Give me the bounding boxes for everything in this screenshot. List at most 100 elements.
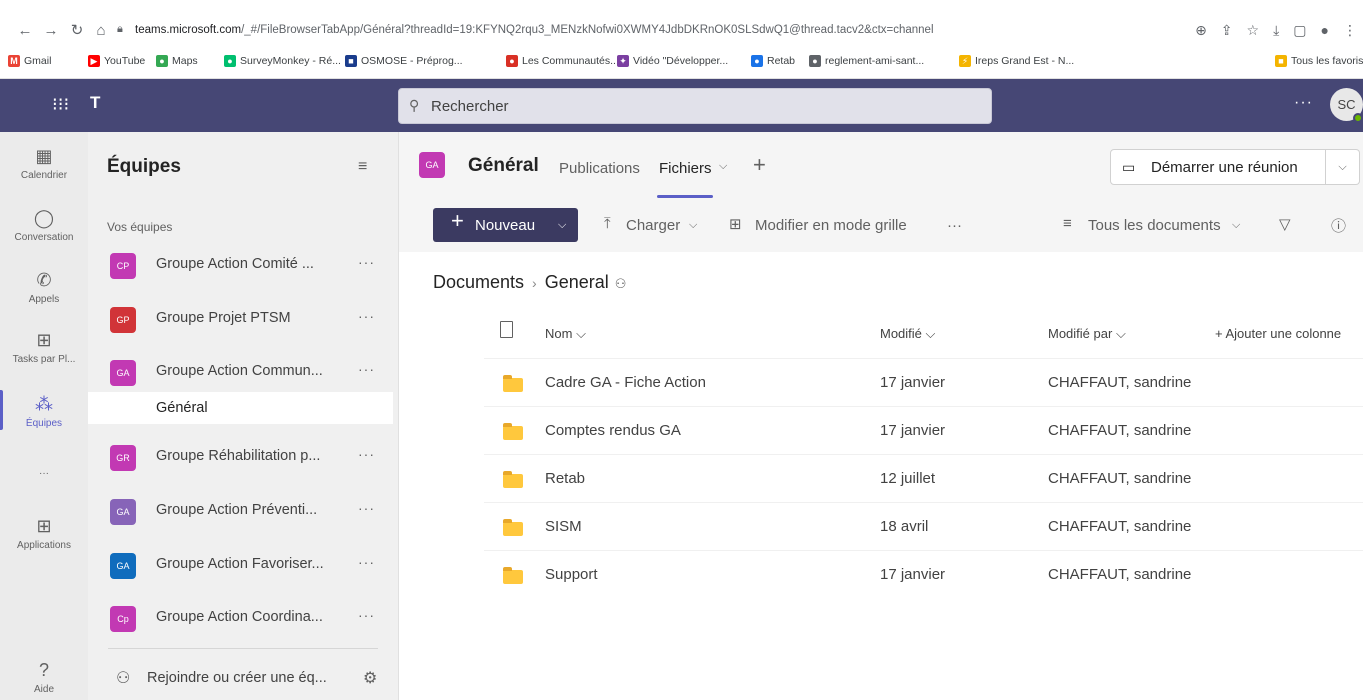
file-type-icon[interactable] xyxy=(500,321,513,338)
bookmark-label: Vidéo "Développer... xyxy=(633,55,729,67)
team-item[interactable]: GA Groupe Action Commun... ··· xyxy=(88,349,399,395)
team-item[interactable]: GA Groupe Action Préventi... ··· xyxy=(88,488,399,534)
channel-item-general[interactable]: Général xyxy=(88,392,393,424)
bookmark-item[interactable]: ● SurveyMonkey - Ré... xyxy=(224,55,341,67)
table-row[interactable]: SISM 18 avril CHAFFAUT, sandrine xyxy=(484,502,1363,550)
column-header-name[interactable]: Nom ⌵ xyxy=(545,326,586,342)
team-more-icon[interactable]: ··· xyxy=(358,308,375,324)
chevron-down-icon[interactable]: ⌵ xyxy=(719,160,727,173)
phone-icon: ✆ xyxy=(36,270,52,290)
settings-icon[interactable]: ⚙ xyxy=(363,668,377,688)
rail-item-phone[interactable]: ✆ Appels xyxy=(0,270,88,305)
bookmark-item[interactable]: ■ Tous les favoris xyxy=(1275,55,1363,67)
app-launcher-icon[interactable]: ⁝⁝⁝ xyxy=(52,94,69,115)
team-more-icon[interactable]: ··· xyxy=(358,554,375,570)
team-name: Groupe Action Commun... xyxy=(156,363,323,379)
team-more-icon[interactable]: ··· xyxy=(358,500,375,516)
file-name[interactable]: SISM xyxy=(545,518,582,535)
bookmark-item[interactable]: ● Retab xyxy=(751,55,795,67)
filter-icon[interactable]: ≡ xyxy=(358,158,367,176)
team-more-icon[interactable]: ··· xyxy=(358,254,375,270)
team-item[interactable]: GA Groupe Action Favoriser... ··· xyxy=(88,542,399,588)
lock-icon[interactable]: 🔒︎ xyxy=(117,23,123,36)
bookmark-item[interactable]: ● reglement-ami-sant... xyxy=(809,55,924,67)
bookmark-item[interactable]: ✦ Vidéo "Développer... xyxy=(617,55,728,67)
bookmark-label: OSMOSE - Préprog... xyxy=(361,55,463,67)
view-options-icon: ≡ xyxy=(1063,215,1072,232)
meeting-options-chevron-icon[interactable]: ⌵ xyxy=(1326,149,1360,185)
address-row: ← → ↻ ⌂ 🔒︎ teams.microsoft.com/_#/FileBr… xyxy=(0,14,1363,50)
column-header-modified[interactable]: Modifié ⌵ xyxy=(880,326,935,342)
folder-icon xyxy=(503,375,523,392)
team-item[interactable]: CP Groupe Action Comité ... ··· xyxy=(88,242,399,288)
rail-item-calendar[interactable]: ▦ Calendrier xyxy=(0,146,88,181)
file-name[interactable]: Retab xyxy=(545,470,585,487)
rail-item-teams[interactable]: ⁂ Équipes xyxy=(0,394,88,429)
profile-icon[interactable]: ● xyxy=(1321,22,1329,39)
search-box[interactable]: ⚲ xyxy=(398,88,992,124)
bookmark-item[interactable]: ● Les Communautés... xyxy=(506,55,619,67)
url-bar[interactable]: teams.microsoft.com/_#/FileBrowserTabApp… xyxy=(135,24,1015,36)
table-row[interactable]: Comptes rendus GA 17 janvier CHAFFAUT, san… xyxy=(484,406,1363,454)
bookmarks-bar: M Gmail ▶ YouTube ● Maps ● SurveyMonkey - Ré...… xyxy=(0,52,1363,74)
teams-pane: Équipes ≡ Vos équipes CP Groupe Action Co… xyxy=(88,132,399,700)
info-icon[interactable]: ⓘ xyxy=(1331,215,1346,236)
menu-icon[interactable]: ⋮ xyxy=(1343,22,1357,39)
rail-item-more[interactable]: ··· xyxy=(0,468,88,479)
home-icon[interactable]: ⌂ xyxy=(90,20,112,42)
breadcrumb: Documents › General ⚇ xyxy=(433,272,626,293)
tasks-icon: ⊞ xyxy=(36,330,52,350)
file-name[interactable]: Comptes rendus GA xyxy=(545,422,681,439)
zoom-icon[interactable]: ⊕ xyxy=(1195,22,1207,39)
breadcrumb-root[interactable]: Documents xyxy=(433,272,524,292)
file-name[interactable]: Support xyxy=(545,566,598,583)
add-tab-icon[interactable]: + xyxy=(753,152,766,178)
file-name[interactable]: Cadre GA - Fiche Action xyxy=(545,374,706,391)
rail-item-apps[interactable]: ⊞ Applications xyxy=(0,516,88,551)
download-icon[interactable]: ⤓ xyxy=(1273,22,1279,39)
rail-item-help[interactable]: ? Aide xyxy=(0,660,88,695)
add-column-button[interactable]: + Ajouter une colonne xyxy=(1215,326,1341,341)
grid-view-button[interactable]: Modifier en mode grille xyxy=(755,217,907,234)
more-options-icon[interactable]: ··· xyxy=(1294,94,1313,112)
column-header-modified-by[interactable]: Modifié par ⌵ xyxy=(1048,326,1126,342)
shared-people-icon[interactable]: ⚇ xyxy=(615,276,627,291)
table-row[interactable]: Retab 12 juillet CHAFFAUT, sandrine xyxy=(484,454,1363,502)
bookmark-item[interactable]: ▶ YouTube xyxy=(88,55,145,67)
reload-icon[interactable]: ↻ xyxy=(66,20,88,42)
bookmark-icon: ✦ xyxy=(617,55,629,67)
upload-button[interactable]: Charger xyxy=(626,217,680,234)
chevron-down-icon[interactable]: ⌵ xyxy=(1232,219,1240,232)
search-input[interactable] xyxy=(431,89,981,123)
rail-item-tasks[interactable]: ⊞ Tasks par Pl... xyxy=(0,330,88,365)
forward-icon[interactable]: → xyxy=(40,20,62,42)
filter-icon[interactable]: ▽ xyxy=(1279,215,1291,233)
back-icon[interactable]: ← xyxy=(14,20,36,42)
table-row[interactable]: Cadre GA - Fiche Action 17 janvier CHAFFAU… xyxy=(484,358,1363,406)
more-actions-icon[interactable]: ··· xyxy=(947,217,962,234)
team-more-icon[interactable]: ··· xyxy=(358,446,375,462)
team-item[interactable]: GP Groupe Projet PTSM ··· xyxy=(88,296,399,342)
team-more-icon[interactable]: ··· xyxy=(358,361,375,377)
table-row[interactable]: Support 17 janvier CHAFFAUT, sandrine xyxy=(484,550,1363,598)
team-item[interactable]: Cp Groupe Action Coordina... ··· xyxy=(88,595,399,641)
bookmark-item[interactable]: ● Maps xyxy=(156,55,198,67)
share-icon[interactable]: ⇪ xyxy=(1221,22,1233,39)
rail-item-chat[interactable]: ◯ Conversation xyxy=(0,208,88,243)
window-icon[interactable]: ▢ xyxy=(1293,22,1306,39)
join-team-link[interactable]: Rejoindre ou créer une éq... xyxy=(147,670,327,686)
team-avatar: CP xyxy=(110,253,136,279)
chevron-down-icon[interactable]: ⌵ xyxy=(689,219,697,232)
view-selector[interactable]: Tous les documents xyxy=(1088,217,1221,234)
file-modified: 18 avril xyxy=(880,518,929,535)
start-meeting-button[interactable]: Démarrer une réunion xyxy=(1110,149,1326,185)
team-item[interactable]: GR Groupe Réhabilitation p... ··· xyxy=(88,434,399,480)
bookmark-item[interactable]: ■ OSMOSE - Préprog... xyxy=(345,55,463,67)
team-more-icon[interactable]: ··· xyxy=(358,607,375,623)
tab-files[interactable]: Fichiers xyxy=(659,160,712,177)
star-icon[interactable]: ☆ xyxy=(1247,22,1260,39)
bookmark-icon: M xyxy=(8,55,20,67)
bookmark-item[interactable]: M Gmail xyxy=(8,55,51,67)
bookmark-item[interactable]: ⚡ Ireps Grand Est - N... xyxy=(959,55,1074,67)
tab-publications[interactable]: Publications xyxy=(559,160,640,177)
